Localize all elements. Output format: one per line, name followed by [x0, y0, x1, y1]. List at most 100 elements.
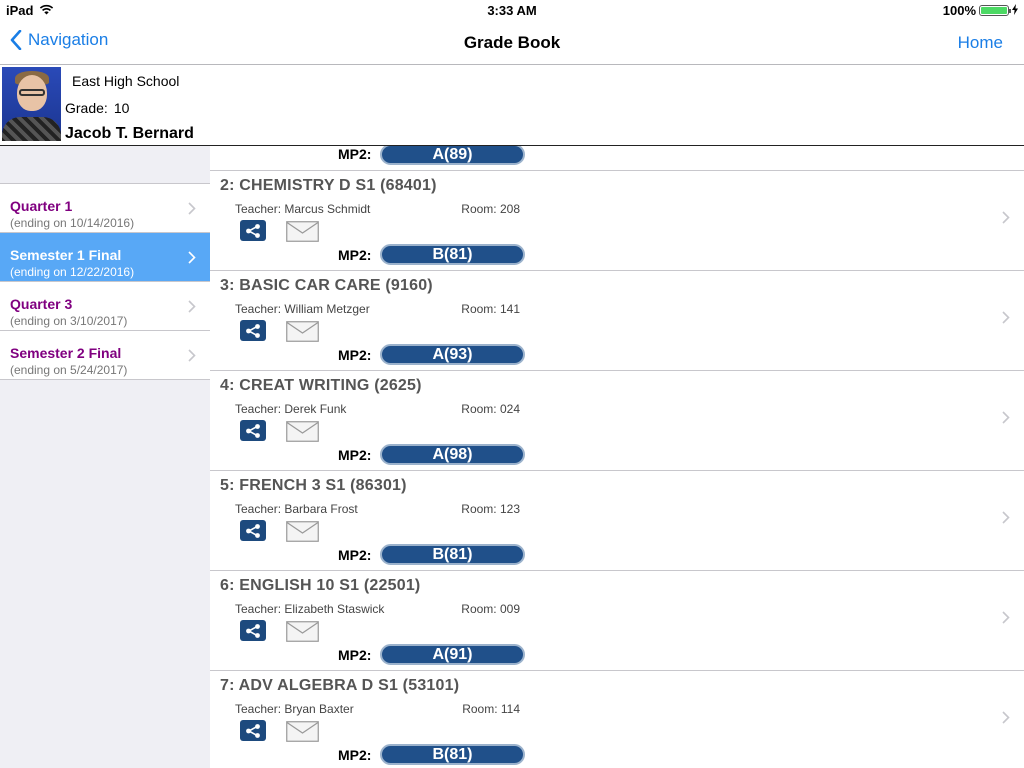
envelope-icon[interactable] [286, 621, 319, 642]
chevron-right-icon [1002, 311, 1010, 324]
chevron-left-icon [10, 30, 22, 50]
navigation-bar: Navigation Grade Book Home [0, 22, 1024, 65]
grade-button[interactable]: A(93) [380, 344, 525, 365]
term-name: Semester 1 Final [10, 247, 122, 263]
envelope-icon[interactable] [286, 721, 319, 742]
chevron-right-icon [1002, 711, 1010, 724]
envelope-icon[interactable] [286, 521, 319, 542]
grade-button[interactable]: B(81) [380, 244, 525, 265]
course-row[interactable]: 7: ADV ALGEBRA D S1 (53101) Teacher: Brya… [210, 671, 1024, 768]
student-header: East High School Grade: 10 Jacob T. Berna… [0, 65, 1024, 146]
school-name: East High School [72, 73, 180, 89]
share-button[interactable] [240, 720, 266, 741]
share-icon [246, 723, 260, 738]
share-icon [246, 223, 260, 238]
course-list: MP2: A(89) 2: CHEMISTRY D S1 (68401) Teac… [210, 146, 1024, 768]
chevron-right-icon [1002, 611, 1010, 624]
chevron-right-icon [188, 202, 196, 215]
envelope-icon[interactable] [286, 221, 319, 242]
chevron-right-icon [188, 349, 196, 362]
term-ending: (ending on 3/10/2017) [10, 314, 128, 328]
teacher-name: Teacher: Derek Funk [235, 402, 347, 416]
marking-period-label: MP2: [338, 146, 372, 162]
room-number: Room: 141 [461, 302, 520, 316]
share-icon [246, 423, 260, 438]
teacher-name: Teacher: Bryan Baxter [235, 702, 354, 716]
marking-period-label: MP2: [338, 547, 372, 563]
student-photo [2, 67, 61, 141]
course-row[interactable]: 6: ENGLISH 10 S1 (22501) Teacher: Elizabe… [210, 571, 1024, 671]
grade-button[interactable]: B(81) [380, 544, 525, 565]
marking-period-label: MP2: [338, 447, 372, 463]
room-number: Room: 123 [461, 502, 520, 516]
grade-button[interactable]: B(81) [380, 744, 525, 765]
chevron-right-icon [1002, 511, 1010, 524]
share-button[interactable] [240, 520, 266, 541]
home-button[interactable]: Home [958, 33, 1003, 53]
grade-button[interactable]: A(98) [380, 444, 525, 465]
course-row[interactable]: 5: FRENCH 3 S1 (86301) Teacher: Barbara F… [210, 471, 1024, 571]
term-name: Quarter 1 [10, 198, 73, 214]
course-title: 7: ADV ALGEBRA D S1 (53101) [220, 677, 460, 694]
status-right: 100% [943, 3, 1018, 18]
course-title: 2: CHEMISTRY D S1 (68401) [220, 177, 437, 194]
back-button[interactable]: Navigation [10, 30, 108, 50]
envelope-icon[interactable] [286, 321, 319, 342]
back-button-label: Navigation [28, 30, 109, 49]
share-icon [246, 623, 260, 638]
term-item[interactable]: Quarter 1 (ending on 10/14/2016) [0, 184, 210, 233]
bolt-icon [1012, 3, 1018, 18]
battery-icon [979, 5, 1011, 16]
term-ending: (ending on 10/14/2016) [10, 216, 135, 230]
chevron-right-icon [1002, 411, 1010, 424]
chevron-right-icon [188, 251, 196, 264]
course-title: 4: CREAT WRITING (2625) [220, 377, 422, 394]
grade-label: Grade: [65, 100, 108, 116]
term-item[interactable]: Quarter 3 (ending on 3/10/2017) [0, 282, 210, 331]
grade-button[interactable]: A(91) [380, 644, 525, 665]
battery-percent: 100% [942, 3, 976, 18]
marking-period-label: MP2: [338, 347, 372, 363]
teacher-name: Teacher: William Metzger [235, 302, 370, 316]
status-bar: iPad 3:33 AM 100% [0, 0, 1024, 22]
term-ending: (ending on 5/24/2017) [10, 363, 128, 377]
grade-level: Grade: 10 [65, 100, 129, 116]
term-item[interactable]: Semester 1 Final (ending on 12/22/2016) [0, 233, 210, 282]
grade-button[interactable]: A(89) [380, 146, 525, 165]
course-title: 5: FRENCH 3 S1 (86301) [220, 477, 407, 494]
course-title: 3: BASIC CAR CARE (9160) [220, 277, 433, 294]
term-item[interactable]: Semester 2 Final (ending on 5/24/2017) [0, 331, 210, 380]
share-button[interactable] [240, 420, 266, 441]
envelope-icon[interactable] [286, 421, 319, 442]
battery-level [981, 7, 1007, 14]
room-number: Room: 009 [461, 602, 520, 616]
status-time: 3:33 AM [487, 3, 537, 18]
marking-period-label: MP2: [338, 647, 372, 663]
term-list: Quarter 1 (ending on 10/14/2016) Semester … [0, 183, 210, 380]
teacher-name: Teacher: Elizabeth Staswick [235, 602, 385, 616]
term-name: Semester 2 Final [10, 345, 122, 361]
term-sidebar: Quarter 1 (ending on 10/14/2016) Semester … [0, 146, 210, 768]
share-button[interactable] [240, 620, 266, 641]
course-row[interactable]: 3: BASIC CAR CARE (9160) Teacher: William… [210, 271, 1024, 371]
marking-period-label: MP2: [338, 747, 372, 763]
partial-course-row[interactable]: MP2: A(89) [210, 146, 1024, 171]
share-button[interactable] [240, 220, 266, 241]
grade-value: 10 [113, 100, 130, 116]
term-ending: (ending on 12/22/2016) [10, 265, 135, 279]
room-number: Room: 208 [461, 202, 520, 216]
chevron-right-icon [1002, 211, 1010, 224]
share-icon [246, 323, 260, 338]
teacher-name: Teacher: Barbara Frost [235, 502, 358, 516]
share-button[interactable] [240, 320, 266, 341]
course-row[interactable]: 4: CREAT WRITING (2625) Teacher: Derek Fu… [210, 371, 1024, 471]
room-number: Room: 024 [461, 402, 520, 416]
chevron-right-icon [188, 300, 196, 313]
page-title: Grade Book [463, 33, 561, 52]
marking-period-label: MP2: [338, 247, 372, 263]
course-row[interactable]: 2: CHEMISTRY D S1 (68401) Teacher: Marcus… [210, 171, 1024, 271]
share-icon [246, 523, 260, 538]
student-name: Jacob T. Bernard [65, 125, 194, 142]
term-name: Quarter 3 [10, 296, 73, 312]
room-number: Room: 114 [462, 702, 520, 716]
